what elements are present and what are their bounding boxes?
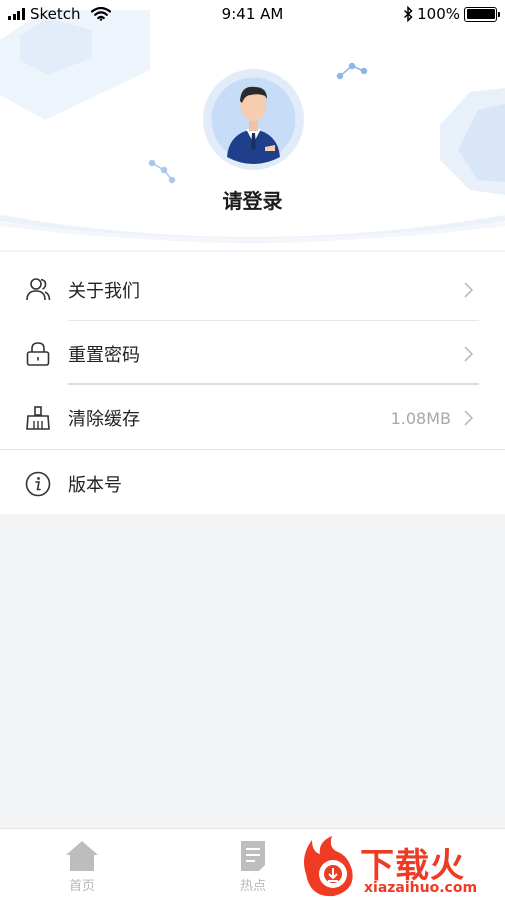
divider [68,383,479,385]
tab-label-hot: 热点 [239,879,266,894]
flame-logo-icon [304,836,353,897]
chevron-right-icon [464,410,474,426]
menu-item-about[interactable]: 关于我们 [0,258,505,322]
menu-label-about: 关于我们 [68,281,140,302]
status-bar: Sketch 9:41 AM 100% [0,0,505,30]
broom-icon [26,406,50,430]
bluetooth-icon [404,6,413,22]
users-icon [26,278,51,301]
user-avatar-icon [211,77,296,164]
divider [68,320,479,321]
menu-item-version[interactable]: 版本号 [0,452,505,516]
molecule-icon [336,62,368,80]
tab-label-home: 首页 [68,879,95,894]
cache-size: 1.08MB [390,408,451,428]
document-icon [241,841,265,871]
login-prompt[interactable]: 请登录 [0,185,505,214]
menu-item-clear-cache[interactable]: 清除缓存 1.08MB [0,386,505,450]
profile-screen: Sketch 9:41 AM 100% 请登录 关于我们 重置密码 清除缓存 1… [0,0,505,900]
avatar[interactable] [203,69,304,170]
chevron-right-icon [464,346,474,362]
tab-home[interactable]: 首页 [42,829,122,900]
tab-hot[interactable]: 热点 [213,829,293,900]
menu-label-version: 版本号 [68,475,122,496]
menu-label-reset-password: 重置密码 [68,345,140,366]
home-icon [66,841,98,871]
settings-menu: 关于我们 重置密码 清除缓存 1.08MB 版本号 [0,252,505,514]
divider [0,449,505,450]
chevron-right-icon [464,282,474,298]
menu-label-clear-cache: 清除缓存 [68,409,140,430]
molecule-icon [148,159,176,184]
info-icon [25,471,51,497]
profile-header: Sketch 9:41 AM 100% 请登录 [0,0,505,250]
battery-percent: 100% [417,5,460,23]
menu-item-reset-password[interactable]: 重置密码 [0,322,505,386]
watermark: 下载火 xiazaihuo.com [298,834,505,900]
lock-icon [26,342,50,366]
watermark-url: xiazaihuo.com [364,880,478,896]
battery-icon [464,6,500,22]
